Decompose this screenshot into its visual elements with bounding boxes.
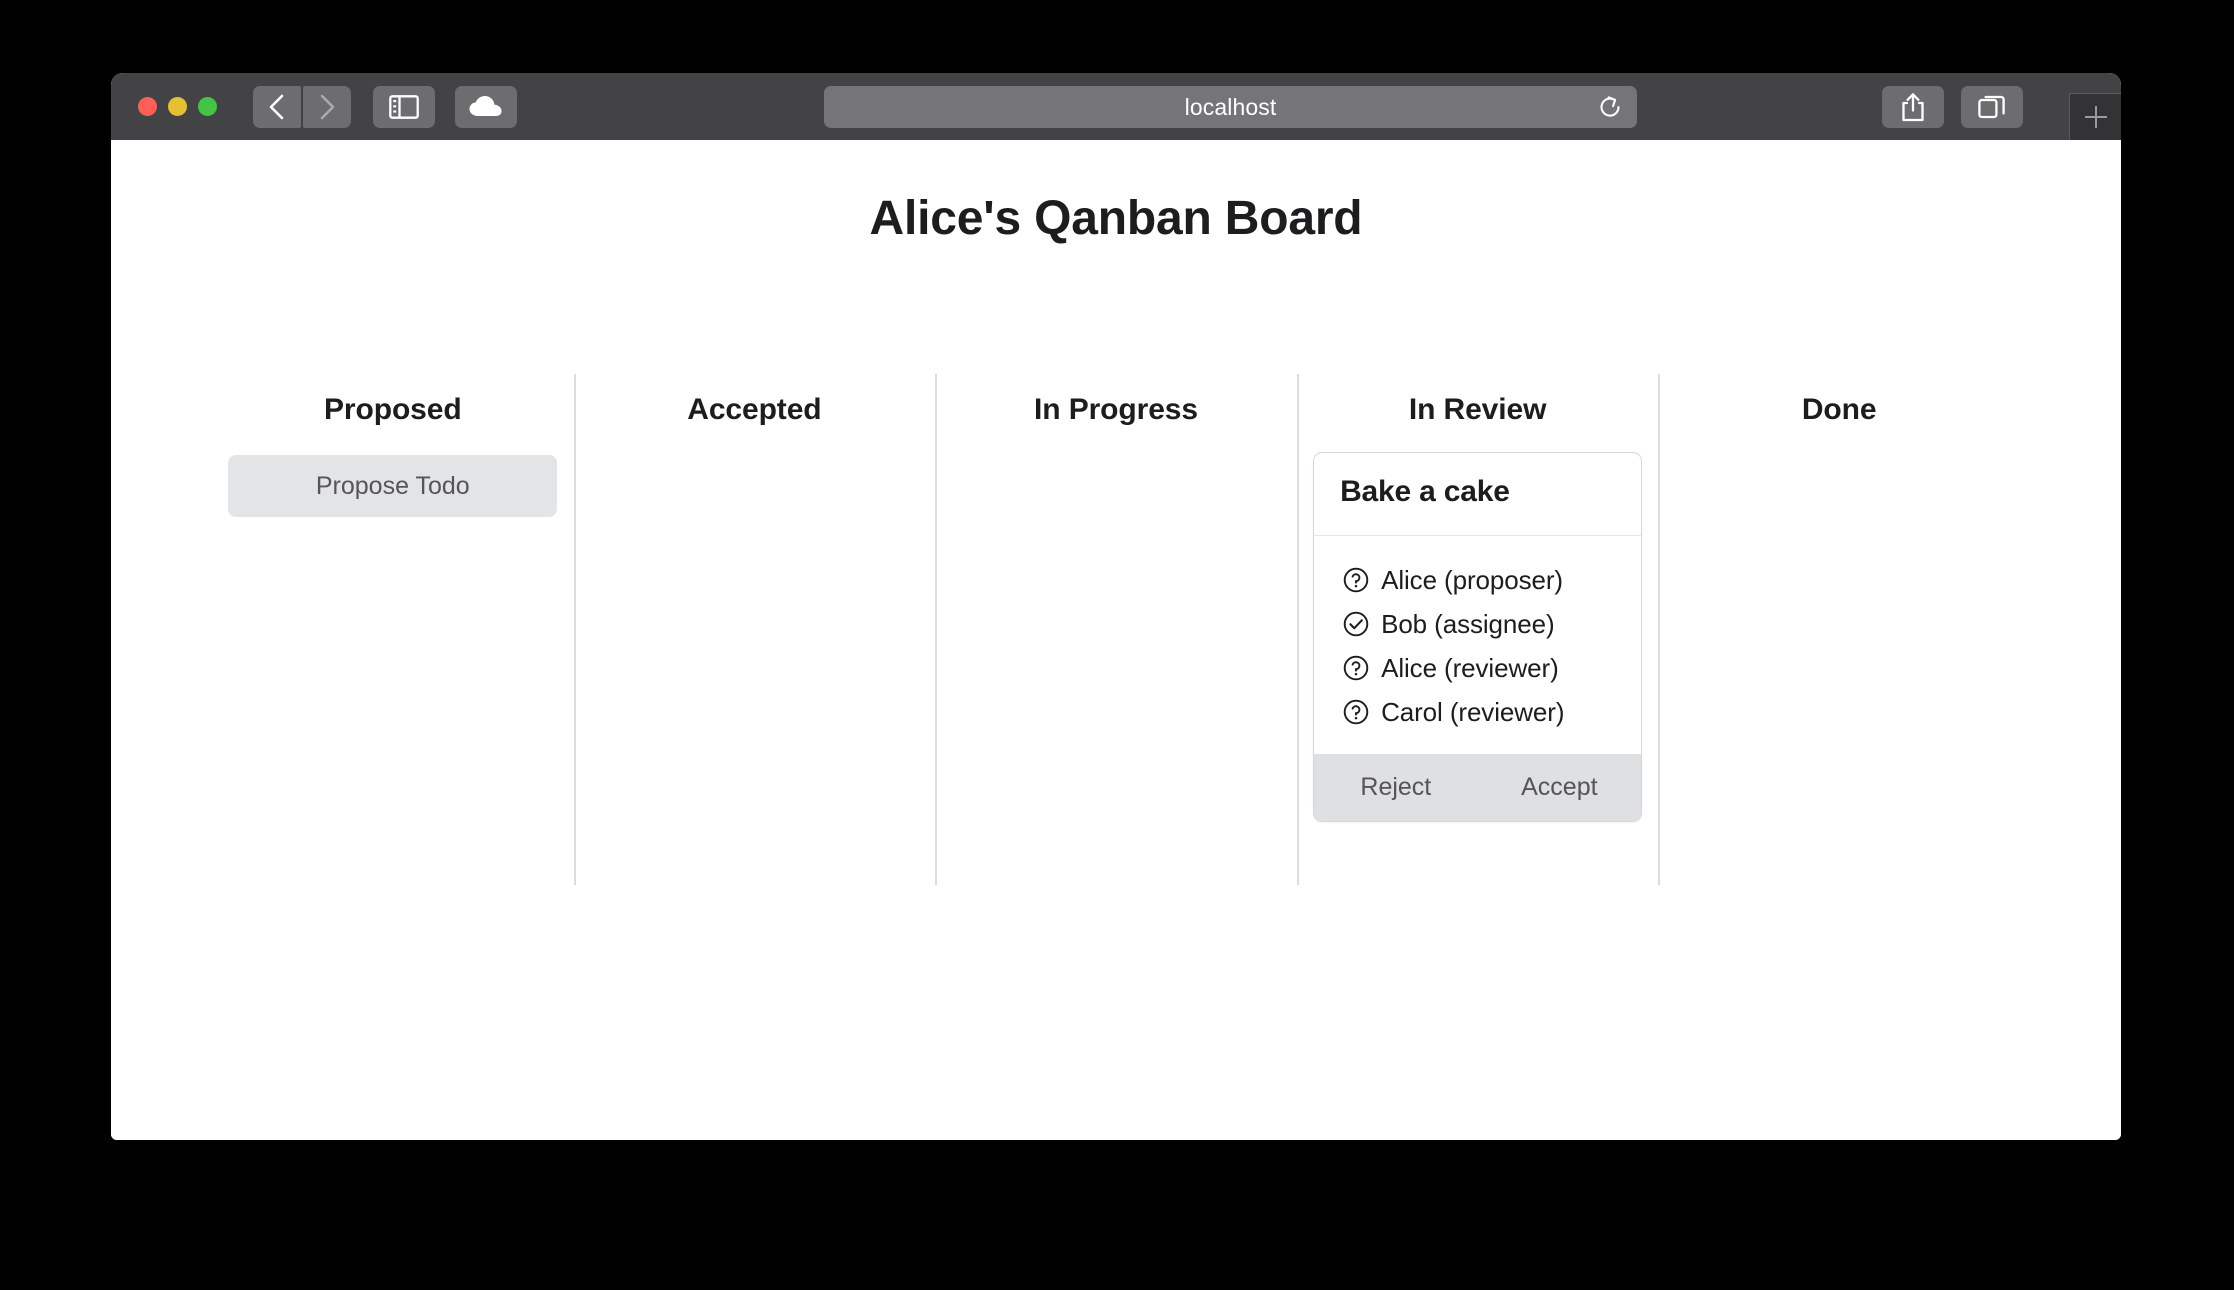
reload-icon[interactable]	[1597, 94, 1623, 120]
board-column-done: Done	[1658, 374, 2020, 885]
column-title: In Review	[1408, 393, 1547, 426]
back-button[interactable]	[253, 85, 301, 128]
kanban-board: Proposed Propose Todo Accepted In Progre…	[212, 374, 2020, 885]
page-content: Alice's Qanban Board Proposed Propose To…	[111, 140, 2121, 1140]
forward-button[interactable]	[303, 85, 351, 128]
column-title: Done	[1801, 393, 1877, 426]
accept-button[interactable]: Accept	[1478, 754, 1642, 821]
task-card-actions: Reject Accept	[1314, 754, 1642, 821]
navigation-buttons	[253, 85, 351, 128]
board-column-accepted: Accepted	[573, 374, 936, 885]
participant-label: Bob (assignee)	[1381, 608, 1555, 639]
participant-row: Bob (assignee)	[1314, 602, 1641, 646]
board-column-in-review: In Review Bake a cake Alice (proposer) B…	[1296, 374, 1659, 885]
cloud-icon	[469, 95, 502, 116]
propose-todo-button[interactable]: Propose Todo	[228, 455, 558, 517]
question-circle-icon	[1343, 567, 1369, 593]
board-column-in-progress: In Progress	[935, 374, 1297, 885]
participant-label: Alice (reviewer)	[1381, 652, 1559, 683]
new-tab-button[interactable]	[2069, 93, 2121, 140]
page-title: Alice's Qanban Board	[869, 192, 1363, 245]
task-card-header: Bake a cake	[1314, 453, 1642, 536]
task-card-title: Bake a cake	[1340, 475, 1510, 508]
participant-label: Carol (reviewer)	[1381, 696, 1565, 727]
minimize-window-button[interactable]	[168, 97, 187, 116]
chevron-right-icon	[320, 94, 335, 119]
window-controls	[138, 97, 217, 116]
toggle-sidebar-button[interactable]	[373, 85, 435, 128]
board-column-proposed: Proposed Propose Todo	[212, 374, 574, 885]
chevron-left-icon	[269, 94, 284, 119]
address-bar[interactable]: localhost	[824, 86, 1637, 128]
column-title: Proposed	[324, 393, 462, 426]
participant-row: Carol (reviewer)	[1314, 690, 1641, 734]
task-card[interactable]: Bake a cake Alice (proposer) Bob (assign…	[1313, 452, 1643, 822]
share-icon	[1902, 93, 1924, 122]
task-card-participants: Alice (proposer) Bob (assignee) Alice (r…	[1314, 536, 1641, 754]
browser-toolbar: localhost	[111, 73, 2121, 140]
participant-row: Alice (reviewer)	[1314, 646, 1641, 690]
check-circle-icon	[1343, 611, 1369, 637]
close-window-button[interactable]	[138, 97, 157, 116]
column-title: Accepted	[687, 393, 822, 426]
sidebar-icon	[389, 94, 419, 119]
plus-icon-vertical	[2094, 106, 2097, 128]
icloud-tabs-button[interactable]	[455, 85, 517, 128]
address-text: localhost	[1184, 93, 1277, 120]
browser-window: localhost Alice's Qanban Board Proposed …	[111, 73, 2121, 1140]
share-button[interactable]	[1882, 86, 1944, 128]
reject-button[interactable]: Reject	[1314, 754, 1478, 821]
participant-label: Alice (proposer)	[1381, 564, 1563, 595]
tab-overview-button[interactable]	[1961, 86, 2023, 128]
question-circle-icon	[1343, 699, 1369, 725]
maximize-window-button[interactable]	[198, 97, 217, 116]
participant-row: Alice (proposer)	[1314, 558, 1641, 602]
column-title: In Progress	[1034, 393, 1198, 426]
toolbar-right-group	[1882, 86, 2023, 128]
tab-overview-icon	[1978, 95, 2005, 119]
question-circle-icon	[1343, 655, 1369, 681]
